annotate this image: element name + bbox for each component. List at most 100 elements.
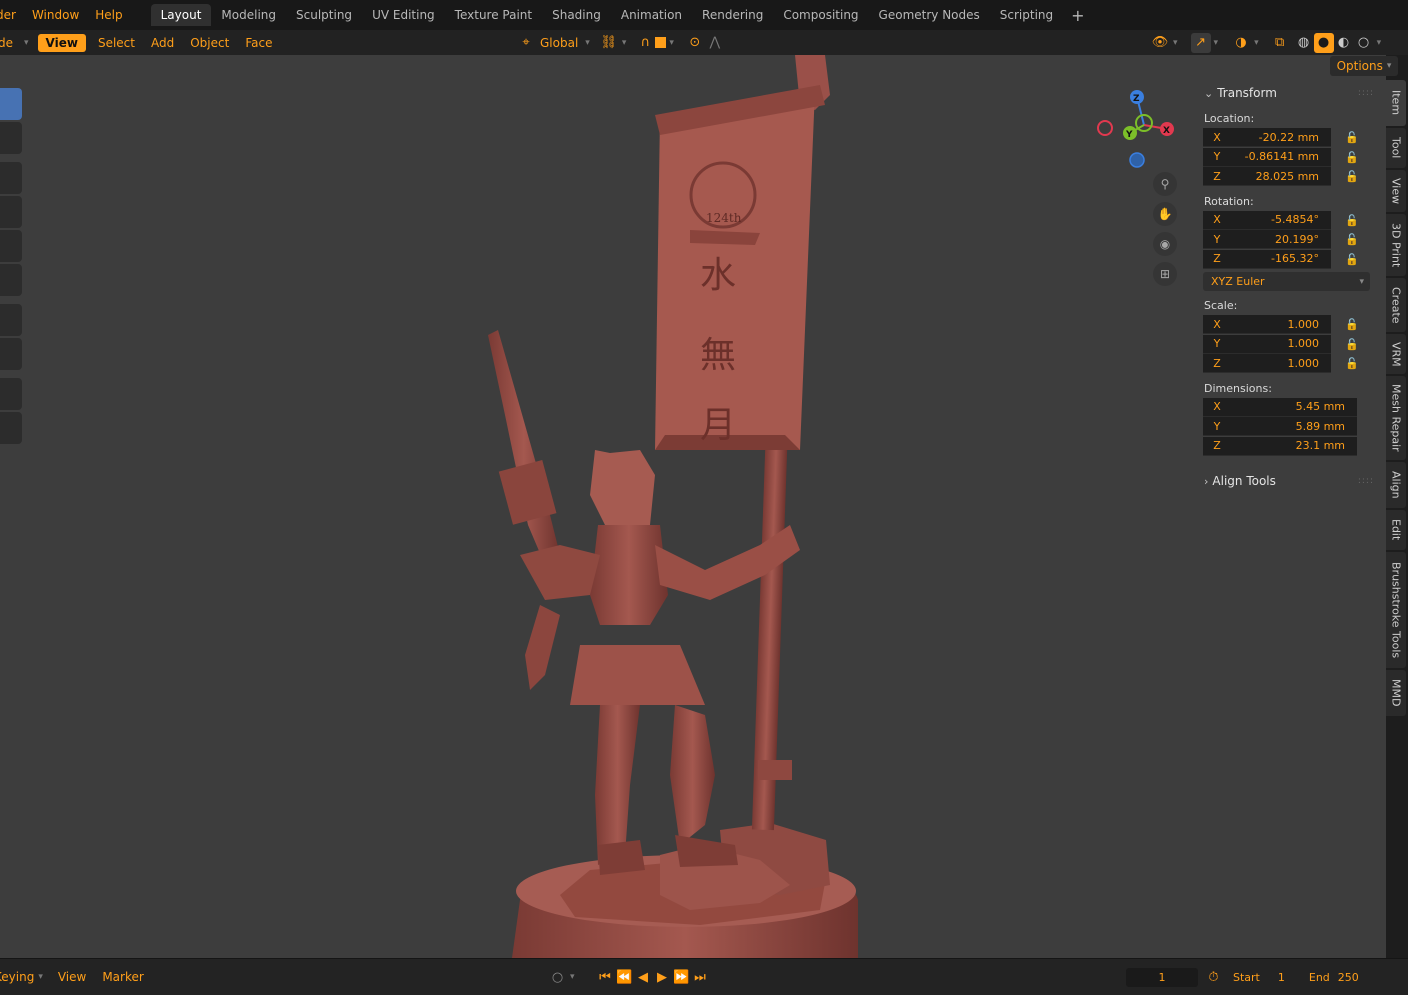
- overlays-icon[interactable]: ◑: [1231, 33, 1251, 53]
- marker-menu[interactable]: Marker: [98, 970, 155, 984]
- tool-move[interactable]: [0, 162, 22, 194]
- location-z-field[interactable]: Z 28.025 mm: [1203, 167, 1331, 187]
- tab-geometry-nodes[interactable]: Geometry Nodes: [869, 4, 990, 26]
- rotation-mode-dropdown[interactable]: XYZ Euler ▾: [1203, 272, 1370, 291]
- transform-orientation-dropdown[interactable]: Global: [536, 36, 582, 50]
- auto-keying-record-icon[interactable]: ○: [548, 970, 567, 985]
- tab-layout[interactable]: Layout: [150, 4, 212, 26]
- unlock-icon[interactable]: 🔓: [1345, 338, 1360, 351]
- drag-grip-icon[interactable]: ::::: [1358, 88, 1374, 98]
- tab-align[interactable]: Align: [1386, 462, 1406, 508]
- tab-uv-editing[interactable]: UV Editing: [362, 4, 445, 26]
- unlock-icon[interactable]: 🔓: [1345, 131, 1360, 144]
- add-workspace-plus-icon[interactable]: +: [1063, 6, 1092, 25]
- 3d-viewport[interactable]: 124th 水 無 月: [0, 55, 1386, 958]
- add-menu[interactable]: Add: [143, 34, 182, 52]
- current-frame-field[interactable]: 1: [1126, 967, 1198, 987]
- stopwatch-icon[interactable]: ⏱: [1204, 970, 1223, 985]
- view-menu[interactable]: View: [37, 33, 86, 52]
- end-frame-field[interactable]: 250: [1338, 971, 1359, 984]
- tab-texture-paint[interactable]: Texture Paint: [445, 4, 542, 26]
- tool-annotate[interactable]: [0, 304, 22, 336]
- transform-panel-header[interactable]: ⌄ Transform ::::: [1198, 82, 1380, 104]
- falloff-curve-icon[interactable]: ⋀: [705, 33, 725, 53]
- transform-orientation-icon[interactable]: ⌖: [516, 33, 536, 53]
- tab-mmd[interactable]: MMD: [1386, 670, 1406, 716]
- unlock-icon[interactable]: 🔓: [1345, 233, 1360, 246]
- face-menu[interactable]: Face: [237, 34, 280, 52]
- zoom-icon[interactable]: ⚲: [1153, 172, 1177, 196]
- tab-mesh-repair[interactable]: Mesh Repair: [1386, 376, 1406, 460]
- tab-brushstroke-tools[interactable]: Brushstroke Tools: [1386, 552, 1406, 668]
- next-keyframe-icon[interactable]: ⏩: [672, 970, 691, 985]
- unlock-icon[interactable]: 🔓: [1345, 151, 1360, 164]
- wireframe-shading-icon[interactable]: ◍: [1294, 33, 1314, 53]
- material-shading-icon[interactable]: ◐: [1334, 33, 1354, 53]
- tab-animation[interactable]: Animation: [611, 4, 692, 26]
- tool-rotate[interactable]: [0, 196, 22, 228]
- unlock-icon[interactable]: 🔓: [1345, 357, 1360, 370]
- scale-x-field[interactable]: X 1.000: [1203, 315, 1331, 335]
- unlock-icon[interactable]: 🔓: [1345, 170, 1360, 183]
- tab-rendering[interactable]: Rendering: [692, 4, 773, 26]
- tab-item[interactable]: Item: [1386, 80, 1406, 126]
- object-menu[interactable]: Object: [182, 34, 237, 52]
- tab-vrm[interactable]: VRM: [1386, 334, 1406, 374]
- select-menu[interactable]: Select: [90, 34, 143, 52]
- tab-edit[interactable]: Edit: [1386, 510, 1406, 550]
- jump-to-start-icon[interactable]: ⏮: [596, 970, 615, 985]
- play-icon[interactable]: ▶: [653, 970, 672, 985]
- start-frame-field[interactable]: 1: [1278, 971, 1285, 984]
- menu-blender-partial[interactable]: der: [0, 8, 24, 22]
- proportional-edit-icon[interactable]: ⊙: [685, 33, 705, 53]
- tab-shading[interactable]: Shading: [542, 4, 611, 26]
- perspective-grid-icon[interactable]: ⊞: [1153, 262, 1177, 286]
- align-tools-panel-header[interactable]: › Align Tools ::::: [1198, 470, 1380, 492]
- rotation-y-field[interactable]: Y 20.199°: [1203, 230, 1331, 250]
- pivot-link-icon[interactable]: ⛓: [599, 33, 619, 53]
- options-button[interactable]: Options ▾: [1330, 56, 1398, 76]
- menu-help[interactable]: Help: [87, 8, 130, 22]
- tab-create[interactable]: Create: [1386, 278, 1406, 332]
- timeline-view-menu[interactable]: View: [46, 970, 98, 984]
- unlock-icon[interactable]: 🔓: [1345, 214, 1360, 227]
- tool-extrude[interactable]: [0, 412, 22, 444]
- tool-transform[interactable]: [0, 264, 22, 296]
- dimensions-x-field[interactable]: X 5.45 mm: [1203, 397, 1357, 417]
- tab-sculpting[interactable]: Sculpting: [286, 4, 362, 26]
- previous-keyframe-icon[interactable]: ⏪: [615, 970, 634, 985]
- jump-to-end-icon[interactable]: ⏭: [691, 970, 710, 985]
- scale-y-field[interactable]: Y 1.000: [1203, 334, 1331, 354]
- dimensions-y-field[interactable]: Y 5.89 mm: [1203, 417, 1357, 437]
- rotation-z-field[interactable]: Z -165.32°: [1203, 249, 1331, 269]
- play-reverse-icon[interactable]: ◀: [634, 970, 653, 985]
- tool-measure[interactable]: [0, 338, 22, 370]
- tab-scripting[interactable]: Scripting: [990, 4, 1063, 26]
- rotation-x-field[interactable]: X -5.4854°: [1203, 210, 1331, 230]
- tool-scale[interactable]: [0, 230, 22, 262]
- rendered-shading-icon[interactable]: ○: [1354, 33, 1374, 53]
- snap-target-icon[interactable]: [655, 37, 667, 48]
- location-y-field[interactable]: Y -0.86141 mm: [1203, 147, 1331, 167]
- tool-add-cube[interactable]: [0, 378, 22, 410]
- tab-tool[interactable]: Tool: [1386, 128, 1406, 168]
- tool-select-box[interactable]: [0, 88, 22, 120]
- dimensions-z-field[interactable]: Z 23.1 mm: [1203, 436, 1357, 456]
- navigation-gizmo[interactable]: Z X Y: [1093, 85, 1183, 175]
- location-x-field[interactable]: X -20.22 mm: [1203, 128, 1331, 148]
- drag-grip-icon[interactable]: ::::: [1358, 476, 1374, 486]
- snap-magnet-icon[interactable]: ∩: [635, 33, 655, 53]
- xray-toggle-icon[interactable]: ⧉: [1270, 33, 1290, 53]
- unlock-icon[interactable]: 🔓: [1345, 318, 1360, 331]
- tab-view[interactable]: View: [1386, 170, 1406, 212]
- visibility-eye-icon[interactable]: 👁: [1150, 33, 1170, 53]
- mode-selector[interactable]: de: [0, 34, 21, 52]
- solid-shading-icon[interactable]: ●: [1313, 32, 1334, 53]
- tab-compositing[interactable]: Compositing: [773, 4, 868, 26]
- tool-cursor[interactable]: [0, 122, 22, 154]
- pan-hand-icon[interactable]: ✋: [1153, 202, 1177, 226]
- tab-modeling[interactable]: Modeling: [211, 4, 286, 26]
- camera-view-icon[interactable]: ◉: [1153, 232, 1177, 256]
- tab-3d-print[interactable]: 3D Print: [1386, 214, 1406, 276]
- scale-z-field[interactable]: Z 1.000: [1203, 354, 1331, 374]
